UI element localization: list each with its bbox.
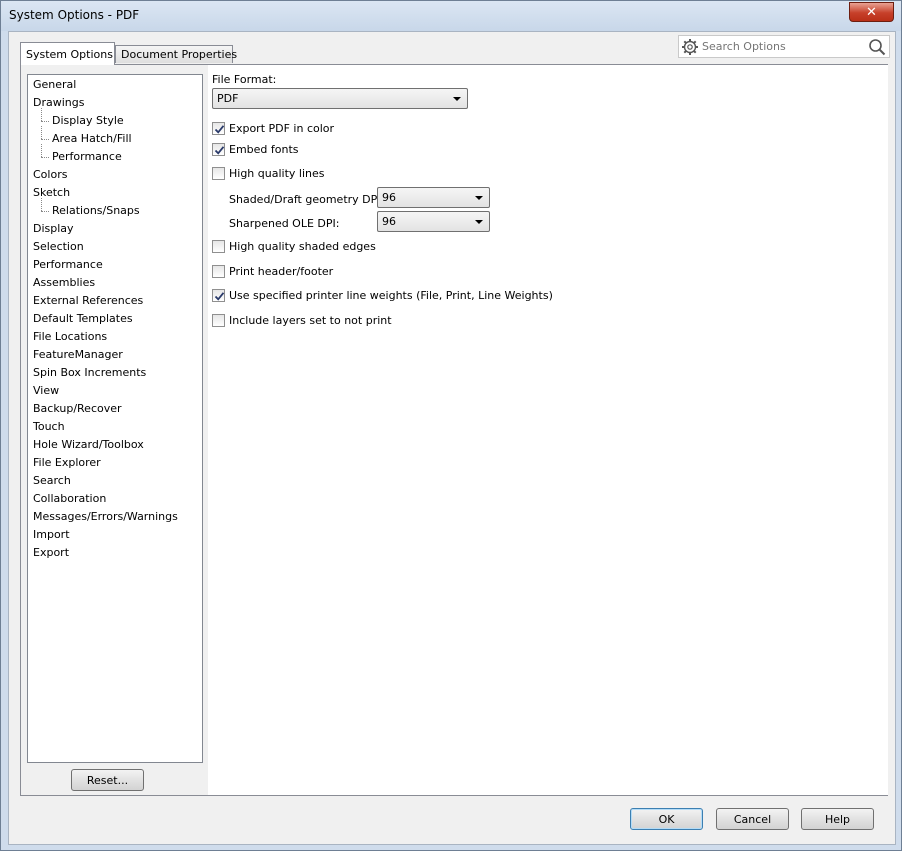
high-quality-lines-checkbox[interactable]: High quality lines [212, 167, 325, 180]
tree-item-display[interactable]: Display [28, 220, 202, 238]
title-bar[interactable]: System Options - PDF ✕ [1, 1, 901, 31]
print-header-footer-checkbox[interactable]: Print header/footer [212, 265, 333, 278]
ok-button[interactable]: OK [630, 808, 703, 830]
tree-item-import[interactable]: Import [28, 526, 202, 544]
gear-icon[interactable] [680, 37, 700, 57]
checkmark-icon [214, 292, 225, 301]
checkbox-box[interactable] [212, 240, 225, 253]
checkbox-label: Print header/footer [229, 265, 334, 278]
checkbox-box[interactable] [212, 143, 225, 156]
system-options-dialog: System Options - PDF ✕ System Options Do… [0, 0, 902, 851]
checkbox-label: Export PDF in color [229, 122, 335, 135]
window-title: System Options - PDF [9, 8, 140, 22]
shaded-dpi-select[interactable]: 96 [377, 187, 490, 208]
checkbox-box[interactable] [212, 265, 225, 278]
help-button[interactable]: Help [801, 808, 874, 830]
tree-item-sketch[interactable]: Sketch [28, 184, 202, 202]
tree-item-general[interactable]: General [28, 76, 202, 94]
tree-item-colors[interactable]: Colors [28, 166, 202, 184]
tree-item-assemblies[interactable]: Assemblies [28, 274, 202, 292]
reset-button[interactable]: Reset... [71, 769, 144, 791]
shaded-dpi-label: Shaded/Draft geometry DPI: [229, 193, 385, 206]
ole-dpi-select[interactable]: 96 [377, 211, 490, 232]
tab-panel: General Drawings Display Style Area Hatc… [20, 64, 888, 796]
export-color-checkbox[interactable]: Export PDF in color [212, 122, 334, 135]
file-format-label: File Format: [212, 73, 277, 86]
tree-item-backup-recover[interactable]: Backup/Recover [28, 400, 202, 418]
tree-item-default-templates[interactable]: Default Templates [28, 310, 202, 328]
tree-item-touch[interactable]: Touch [28, 418, 202, 436]
tab-system-options[interactable]: System Options [20, 42, 115, 65]
tree-item-featuremanager[interactable]: FeatureManager [28, 346, 202, 364]
checkmark-icon [214, 125, 225, 134]
chevron-down-icon [453, 97, 461, 101]
search-icon[interactable] [868, 38, 886, 56]
hq-shaded-edges-checkbox[interactable]: High quality shaded edges [212, 240, 376, 253]
chevron-down-icon [475, 220, 483, 224]
tree-item-hole-wizard-toolbox[interactable]: Hole Wizard/Toolbox [28, 436, 202, 454]
tab-document-properties[interactable]: Document Properties [115, 45, 237, 63]
checkbox-box[interactable] [212, 122, 225, 135]
cancel-button[interactable]: Cancel [716, 808, 789, 830]
tree-item-relations-snaps[interactable]: Relations/Snaps [28, 198, 202, 220]
file-format-select[interactable]: PDF [212, 88, 468, 109]
tree-item-selection[interactable]: Selection [28, 238, 202, 256]
tree-item-view[interactable]: View [28, 382, 202, 400]
tree-item-area-hatch-fill[interactable]: Area Hatch/Fill [28, 126, 202, 148]
ole-dpi-label: Sharpened OLE DPI: [229, 217, 340, 230]
checkbox-label: High quality lines [229, 167, 325, 180]
search-box[interactable] [678, 35, 890, 58]
close-button[interactable]: ✕ [849, 2, 894, 22]
tab-label: System Options [26, 47, 113, 61]
tree-item-export[interactable]: Export [28, 544, 202, 562]
tree-item-messages-errors-warnings[interactable]: Messages/Errors/Warnings [28, 508, 202, 526]
tree-item-external-references[interactable]: External References [28, 292, 202, 310]
ole-dpi-value: 96 [382, 215, 396, 228]
tab-label: Document Properties [121, 48, 238, 61]
tree-item-drawings[interactable]: Drawings [28, 94, 202, 112]
dialog-client: System Options Document Properties Searc… [8, 31, 896, 845]
tree-item-search[interactable]: Search [28, 472, 202, 490]
options-content: File Format: PDF Export PDF in color Emb… [208, 65, 888, 795]
include-layers-checkbox[interactable]: Include layers set to not print [212, 314, 392, 327]
tree-item-performance[interactable]: Performance [28, 256, 202, 274]
checkbox-label: Use specified printer line weights (File… [229, 289, 553, 302]
file-format-value: PDF [217, 92, 239, 105]
options-tree[interactable]: General Drawings Display Style Area Hatc… [27, 74, 203, 763]
chevron-down-icon [475, 196, 483, 200]
checkbox-box[interactable] [212, 289, 225, 302]
embed-fonts-checkbox[interactable]: Embed fonts [212, 143, 299, 156]
tree-item-spin-box-increments[interactable]: Spin Box Increments [28, 364, 202, 382]
checkbox-box[interactable] [212, 314, 225, 327]
search-input[interactable] [700, 40, 860, 53]
checkmark-icon [214, 146, 225, 155]
tree-item-file-locations[interactable]: File Locations [28, 328, 202, 346]
checkbox-label: High quality shaded edges [229, 240, 376, 253]
shaded-dpi-value: 96 [382, 191, 396, 204]
checkbox-label: Embed fonts [229, 143, 299, 156]
tree-item-collaboration[interactable]: Collaboration [28, 490, 202, 508]
printer-line-weights-checkbox[interactable]: Use specified printer line weights (File… [212, 289, 553, 302]
tree-item-drawings-performance[interactable]: Performance [28, 144, 202, 166]
tree-item-display-style[interactable]: Display Style [28, 108, 202, 130]
checkbox-label: Include layers set to not print [229, 314, 392, 327]
tree-item-file-explorer[interactable]: File Explorer [28, 454, 202, 472]
checkbox-box[interactable] [212, 167, 225, 180]
